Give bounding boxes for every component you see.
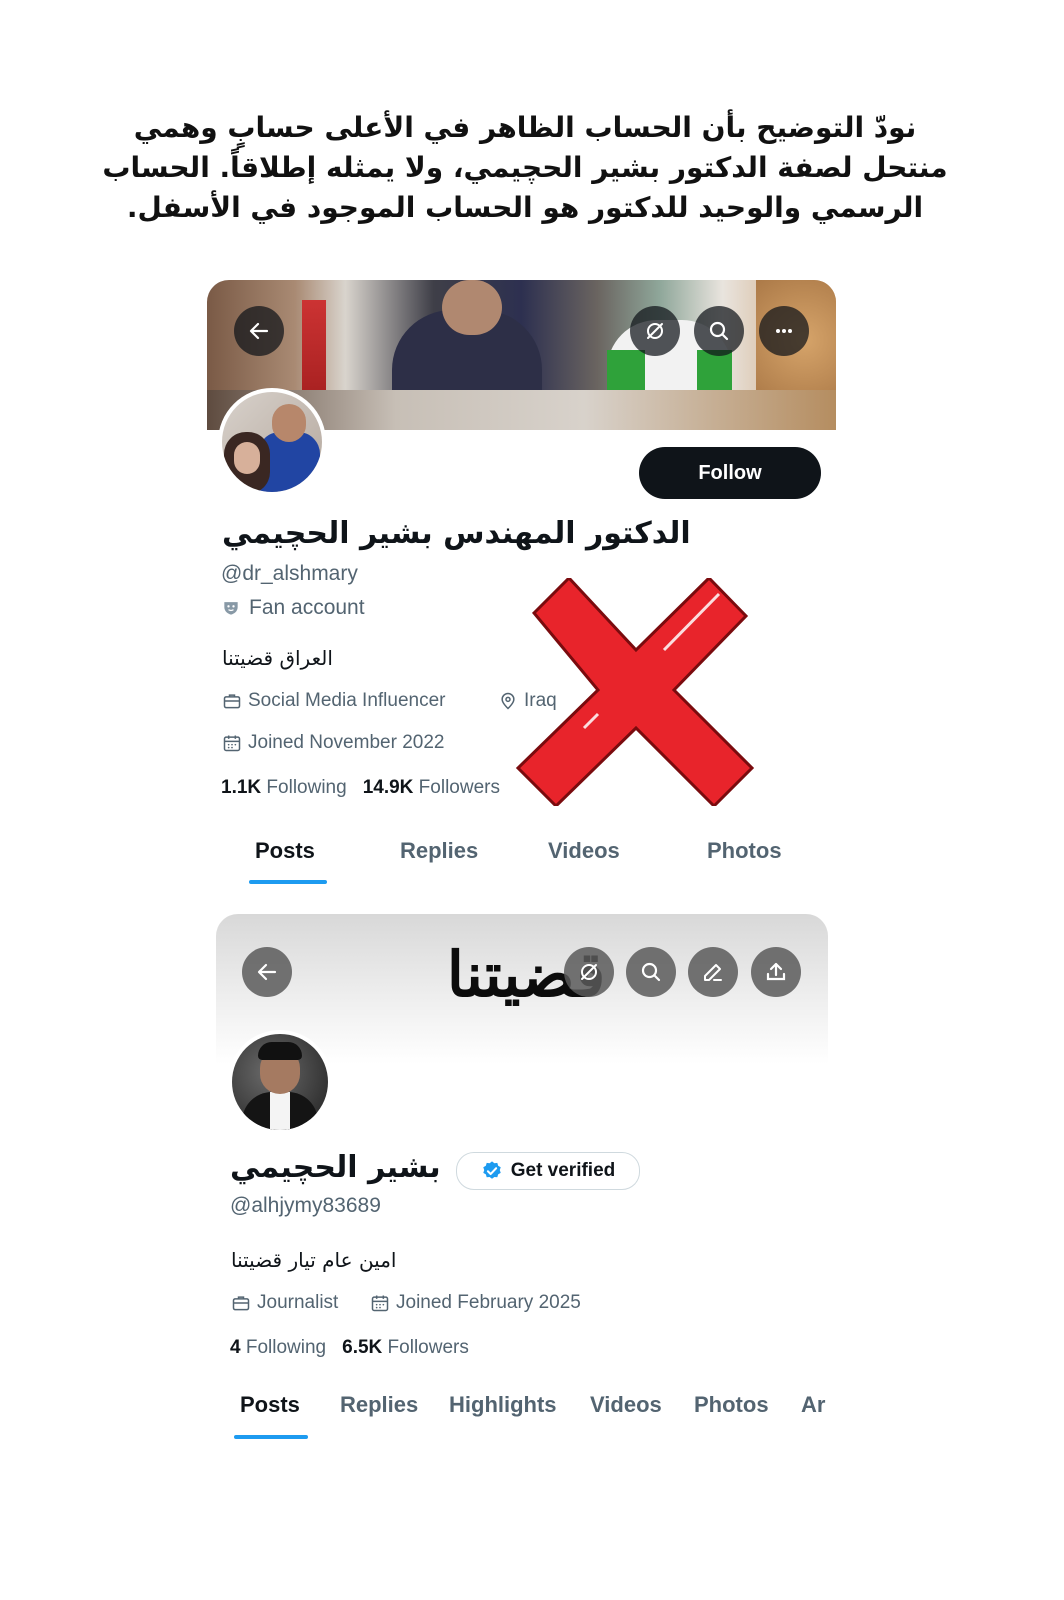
tab-replies[interactable]: Replies: [340, 1392, 418, 1418]
followers-count: 14.9K: [362, 777, 414, 798]
back-button[interactable]: [234, 306, 284, 356]
following-count: 4: [230, 1337, 241, 1358]
grok-icon: [581, 964, 597, 980]
get-verified-button[interactable]: Get verified: [456, 1152, 640, 1190]
tab-photos[interactable]: Photos: [707, 838, 782, 864]
follow-stats: 4 Following 6.5K Followers: [230, 1337, 469, 1359]
official-profile-card: قضيتنا بشير الحچيمي Get verified @alhjym…: [216, 914, 828, 1454]
profile-tabs: Posts Replies Videos Photos: [207, 824, 836, 884]
share-button[interactable]: [751, 947, 801, 997]
tab-photos[interactable]: Photos: [694, 1392, 769, 1418]
fan-account-label: Fan account: [221, 596, 365, 620]
profession: Social Media Influencer: [248, 690, 446, 711]
search-icon: [641, 962, 661, 982]
following-link[interactable]: 4 Following: [230, 1337, 326, 1359]
following-count: 1.1K: [221, 777, 262, 798]
red-x-mark: [515, 578, 754, 806]
search-icon: [709, 321, 729, 341]
edit-button[interactable]: [688, 947, 738, 997]
tab-articles[interactable]: Ar: [801, 1392, 825, 1418]
calendar-icon: [371, 1295, 389, 1312]
clarification-notice: نودّ التوضيح بأن الحساب الظاهر في الأعلى…: [102, 111, 948, 224]
active-tab-indicator: [234, 1435, 308, 1439]
get-verified-label: Get verified: [510, 1160, 616, 1181]
display-name: بشير الحچيمي: [230, 1150, 441, 1185]
following-label: Following: [245, 1337, 327, 1358]
bio: امين عام تيار قضيتنا: [231, 1248, 397, 1272]
more-button[interactable]: [759, 306, 809, 356]
follow-button[interactable]: Follow: [639, 447, 821, 499]
user-handle: @alhjymy83689: [230, 1194, 381, 1217]
fan-account-text: Fan account: [249, 596, 365, 619]
tab-posts[interactable]: Posts: [255, 838, 315, 864]
calendar-icon: [223, 735, 241, 752]
followers-label: Followers: [387, 1337, 469, 1358]
follow-stats: 1.1K Following 14.9K Followers: [221, 777, 500, 799]
share-icon: [766, 962, 786, 981]
briefcase-icon: [232, 1296, 250, 1311]
followers-label: Followers: [418, 777, 500, 798]
following-label: Following: [266, 777, 347, 798]
joined-row: Joined February 2025: [370, 1292, 581, 1314]
mask-icon: [224, 602, 238, 615]
arrow-left-icon: [257, 963, 277, 981]
profession-row: Journalist: [231, 1292, 338, 1314]
verified-badge-icon: [483, 1161, 501, 1179]
grok-button[interactable]: [630, 306, 680, 356]
profile-tabs: Posts Replies Highlights Videos Photos A…: [216, 1388, 828, 1448]
profession: Journalist: [257, 1292, 339, 1313]
tab-highlights[interactable]: Highlights: [449, 1392, 557, 1418]
tab-replies[interactable]: Replies: [400, 838, 478, 864]
briefcase-icon: [223, 694, 241, 709]
tab-posts[interactable]: Posts: [240, 1392, 300, 1418]
followers-link[interactable]: 14.9K Followers: [363, 777, 500, 799]
arrow-left-icon: [249, 322, 269, 340]
following-link[interactable]: 1.1K Following: [221, 777, 347, 799]
pencil-icon: [704, 964, 722, 981]
avatar[interactable]: [228, 1030, 332, 1134]
joined-date: Joined February 2025: [396, 1292, 581, 1313]
tab-videos[interactable]: Videos: [590, 1392, 662, 1418]
tab-videos[interactable]: Videos: [548, 838, 620, 864]
grok-icon: [647, 323, 663, 339]
avatar[interactable]: [218, 388, 326, 496]
followers-link[interactable]: 6.5K Followers: [342, 1337, 469, 1359]
back-button[interactable]: [242, 947, 292, 997]
bio: العراق قضيتنا: [222, 646, 333, 670]
profession-row: Social Media Influencer: [222, 690, 446, 712]
search-button[interactable]: [626, 947, 676, 997]
active-tab-indicator: [249, 880, 327, 884]
more-icon: [776, 329, 792, 333]
joined-row: Joined November 2022: [222, 732, 444, 754]
joined-date: Joined November 2022: [248, 732, 445, 753]
user-handle: @dr_alshmary: [221, 562, 358, 585]
display-name: الدكتور المهندس بشير الحچيمي: [222, 516, 691, 551]
followers-count: 6.5K: [342, 1337, 383, 1358]
search-button[interactable]: [694, 306, 744, 356]
grok-button[interactable]: [564, 947, 614, 997]
